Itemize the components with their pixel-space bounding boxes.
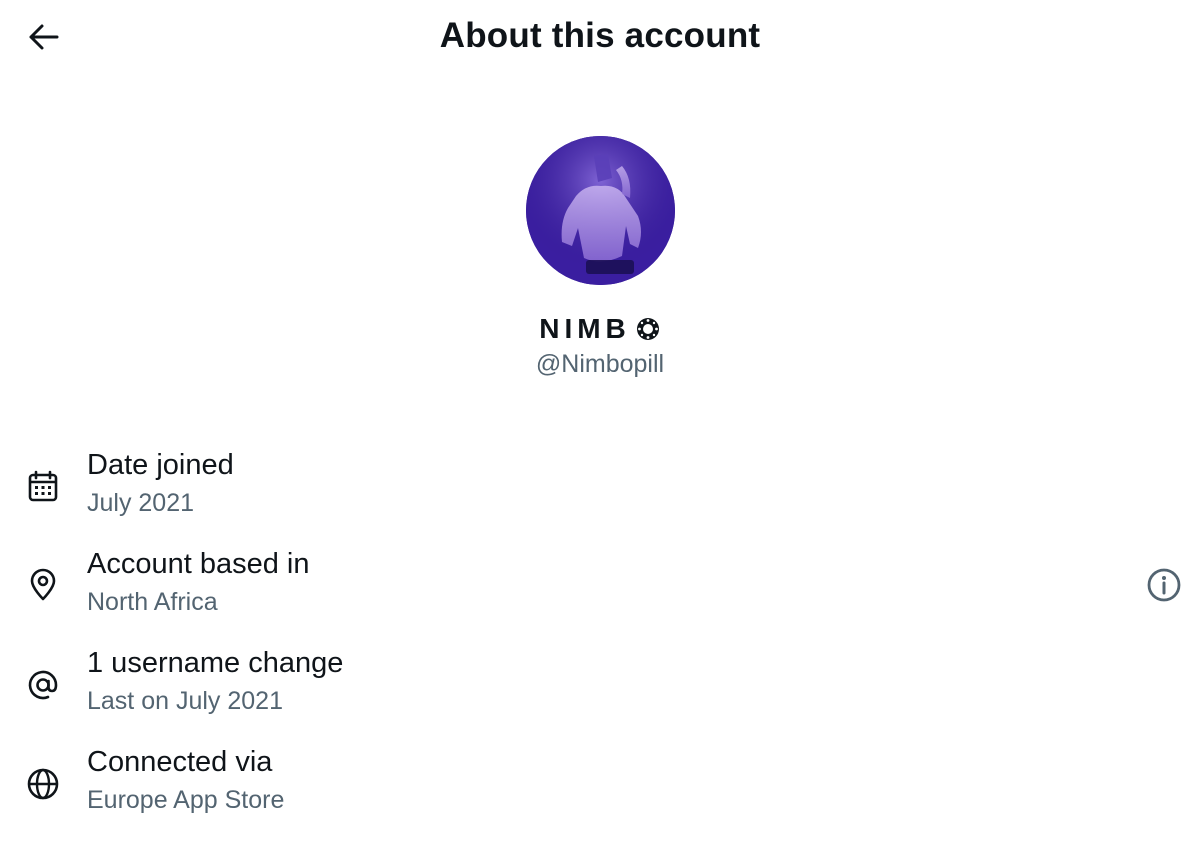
info-row-date-joined: Date joined July 2021	[0, 449, 1200, 529]
row-title: Connected via	[87, 746, 273, 778]
header-bar: About this account	[0, 0, 1200, 76]
page-title: About this account	[439, 16, 761, 55]
row-subtitle: July 2021	[87, 489, 195, 517]
row-title: Account based in	[87, 548, 310, 580]
row-subtitle: Last on July 2021	[87, 687, 283, 715]
info-button[interactable]	[1146, 567, 1182, 603]
display-name: NIMB	[0, 313, 1200, 345]
calendar-icon	[26, 470, 60, 504]
at-sign-icon	[26, 668, 60, 702]
display-name-text: NIMB	[539, 313, 631, 344]
username-handle: @Nimbopill	[535, 350, 665, 378]
info-row-connected-via: Connected via Europe App Store	[0, 746, 1200, 826]
globe-icon	[26, 767, 60, 801]
row-subtitle: North Africa	[87, 588, 218, 616]
row-title: Date joined	[87, 449, 234, 481]
info-icon	[1146, 567, 1182, 603]
avatar[interactable]	[526, 136, 675, 285]
info-row-username-change: 1 username change Last on July 2021	[0, 647, 1200, 727]
location-pin-icon	[26, 568, 60, 602]
row-subtitle: Europe App Store	[87, 786, 285, 814]
ring-emoji-icon	[635, 316, 661, 342]
info-row-account-based-in: Account based in North Africa	[0, 548, 1200, 628]
row-title: 1 username change	[87, 647, 344, 679]
